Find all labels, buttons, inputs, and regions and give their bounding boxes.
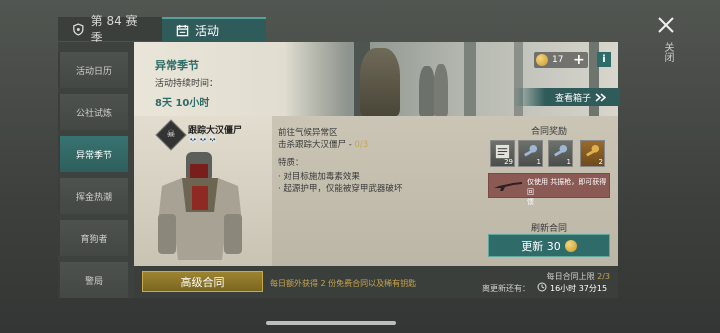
sidebar-item-label: 育狗者 — [80, 234, 108, 245]
tab-season-label: 第 84 赛季 — [90, 14, 138, 45]
difficulty-skulls: 💀💀💀 — [188, 135, 218, 144]
key-icon — [554, 144, 568, 157]
add-coins-icon[interactable]: + — [573, 53, 585, 67]
reward-slot-key-gold[interactable]: 2 — [580, 140, 605, 167]
view-box-label: 查看箱子 — [555, 93, 592, 104]
tree-illustration — [464, 42, 476, 116]
zombie-illustration — [419, 66, 435, 116]
sidebar-item-abnormal-season[interactable]: 异常季节 — [58, 136, 128, 172]
close-label[interactable]: 关闭 — [660, 42, 675, 62]
duration-value: 8天 10小时 — [155, 98, 210, 109]
advanced-contract-button[interactable]: 高级合同 — [142, 271, 263, 292]
reward-count: 2 — [598, 158, 603, 166]
weapon-bonus-text: 仅使用 共振枪，即可获得回馈 — [527, 177, 609, 207]
sidebar-item-police[interactable]: 警局 — [58, 262, 128, 298]
sidebar-item-calendar[interactable]: 活动日历 — [58, 52, 128, 88]
sidebar-item-label: 挥金热潮 — [75, 192, 112, 203]
sidebar-item-label: 异常季节 — [75, 150, 112, 161]
duration-label: 活动持续时间： — [155, 79, 219, 89]
tab-activity[interactable]: 活动 — [162, 17, 266, 41]
sidebar-item-label: 公社试炼 — [75, 108, 112, 119]
armored-zombie-illustration — [158, 152, 242, 260]
refresh-button-label: 更新 30 — [521, 239, 561, 253]
goal-progress: 0/3 — [354, 140, 369, 150]
goal-line-2: 击杀跟踪大汉僵尸 - 0/3 — [278, 138, 368, 150]
tab-season[interactable]: 第 84 赛季 — [58, 14, 162, 45]
top-tabs: 第 84 赛季 活动 — [58, 14, 266, 45]
daily-tip: 每日额外获得 2 份免费合同以及稀有钥匙 — [270, 279, 417, 288]
daily-limit-label: 每日合同上限 — [546, 272, 595, 281]
zombie-illustration — [434, 64, 448, 116]
features-label: 特质： — [278, 158, 304, 168]
reward-count: 1 — [566, 158, 571, 166]
coin-count: 17 — [552, 55, 564, 65]
reward-slot-key-2[interactable]: 1 — [548, 140, 573, 167]
key-icon — [586, 144, 600, 157]
advanced-contract-label: 高级合同 — [180, 275, 225, 289]
daily-limit-value: 2/3 — [597, 272, 610, 281]
shield-icon — [73, 22, 84, 36]
sidebar-item-label: 活动日历 — [75, 66, 112, 77]
refresh-contract-button[interactable]: 更新 30 — [488, 234, 610, 257]
weapon-bonus-banner: 仅使用 共振枪，即可获得回馈 — [488, 173, 610, 206]
sidebar-item-money-rush[interactable]: 挥金热潮 — [58, 178, 128, 214]
clock-icon — [537, 282, 547, 292]
coin-icon — [564, 239, 577, 252]
feature-2: · 起源护甲，仅能被穿甲武器破坏 — [278, 184, 403, 194]
close-icon[interactable] — [655, 14, 677, 36]
key-icon — [524, 144, 538, 157]
sidebar-item-label: 警局 — [84, 276, 103, 287]
info-icon[interactable]: i — [597, 52, 611, 67]
zombie-illustration — [360, 48, 400, 116]
rifle-icon — [494, 182, 522, 191]
double-chevron-right-icon — [595, 92, 607, 102]
weapon-bonus-line-2: 馈 — [527, 198, 534, 206]
rewards-title: 合同奖励 — [531, 127, 568, 137]
reward-count: 29 — [504, 158, 513, 166]
renew-label: 离更新还有： — [482, 284, 530, 293]
home-indicator[interactable] — [266, 321, 396, 325]
notes-icon — [495, 144, 510, 159]
goal-line-1: 前往气候异常区 — [278, 128, 338, 138]
reward-slot-notes[interactable]: 29 — [490, 140, 515, 167]
reward-slot-key-1[interactable]: 1 — [518, 140, 543, 167]
feature-1: · 对目标施加毒素效果 — [278, 172, 360, 182]
sidebar-item-dog-breeder[interactable]: 育狗者 — [58, 220, 128, 256]
goal-line-2-text: 击杀跟踪大汉僵尸 - — [278, 140, 355, 150]
calendar-icon — [176, 24, 189, 36]
tab-activity-label: 活动 — [195, 23, 220, 38]
refresh-label: 刷新合同 — [531, 224, 568, 234]
view-box-button[interactable]: 查看箱子 — [513, 88, 620, 106]
renew-timer: 16小时 37分15 — [550, 284, 608, 293]
sidebar-item-commune-trial[interactable]: 公社试炼 — [58, 94, 128, 130]
coin-icon — [536, 54, 548, 66]
sidebar: 活动日历 公社试炼 异常季节 挥金热潮 育狗者 警局 — [58, 52, 128, 304]
reward-count: 1 — [536, 158, 541, 166]
weapon-bonus-line-1: 仅使用 共振枪，即可获得回 — [527, 178, 607, 196]
daily-limit: 每日合同上限 2/3 — [547, 271, 610, 282]
event-title: 异常季节 — [155, 59, 199, 72]
